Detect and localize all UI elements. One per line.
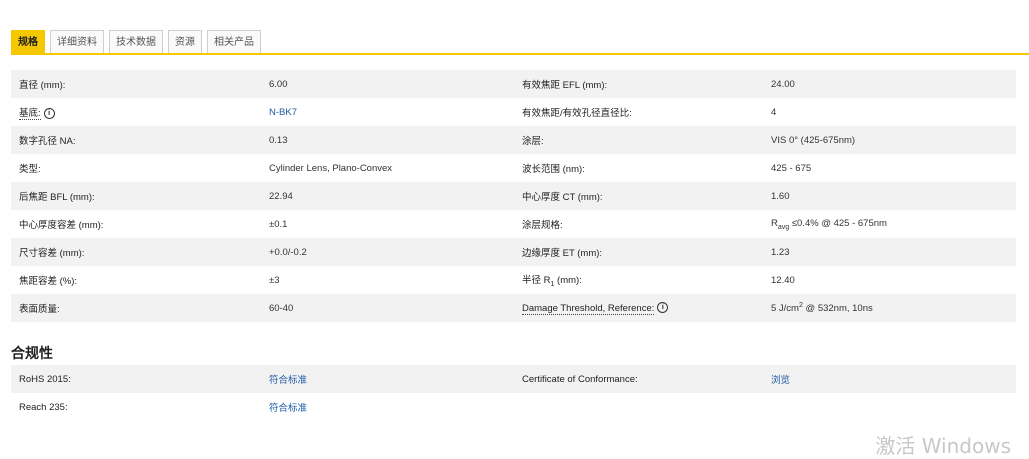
coating-spec-value: ≤0.4% @ 425 - 675nm [791,217,887,229]
certificate-view-link[interactable]: 浏览 [771,375,790,386]
compliance-label: Certificate of Conformance: [514,365,763,393]
spec-label: 波长范围 (nm): [522,164,585,175]
tab-specifications[interactable]: 规格 [11,30,45,53]
radius-label-prefix: 半径 R [522,275,551,287]
compliance-label: Reach 235: [19,401,68,413]
spec-value: Cylinder Lens, Plano-Convex [269,162,393,174]
spec-label: 有效焦距 EFL (mm): [514,70,763,98]
tab-bar: 规格 详细资料 技术数据 资源 相关产品 [11,30,261,53]
spec-value: +0.0/-0.2 [261,238,514,266]
spec-value: 6.00 [261,70,514,98]
table-row: 直径 (mm): 6.00 有效焦距 EFL (mm): 24.00 [11,70,1016,98]
compliance-value: 符合标准 [261,365,514,393]
compliance-value: 浏览 [763,365,1016,393]
damage-threshold-label: Damage Threshold, Reference: [522,302,655,315]
spec-value: 0.13 [261,126,514,154]
spec-value: 4 [771,106,777,118]
table-row: 表面质量: 60-40 Damage Threshold, Reference:… [11,294,1016,322]
spec-value: ±3 [269,274,280,286]
spec-label: 尺寸容差 (mm): [11,238,261,266]
table-row: 后焦距 BFL (mm): 22.94 中心厚度 CT (mm): 1.60 [11,182,1016,210]
tab-details[interactable]: 详细资料 [50,30,104,53]
spec-label: 中心厚度容差 (mm): [19,220,104,231]
tab-resources[interactable]: 资源 [168,30,202,53]
spec-label: 类型: [19,164,41,175]
spec-value: 24.00 [763,70,1016,98]
spec-value: 5 J/cm2 @ 532nm, 10ns [763,294,1016,322]
table-row: 基底: i N-BK7 有效焦距/有效孔径直径比: 4 [11,98,1016,126]
spec-label: 直径 (mm): [11,70,261,98]
windows-activation-watermark: 激活 Windows [875,434,1011,458]
radius-label-unit: (mm): [554,275,582,287]
damage-value-rest: @ 532nm, 10ns [802,303,873,315]
spec-value: N-BK7 [261,98,514,126]
spec-label-damage-threshold: Damage Threshold, Reference: i [514,294,763,322]
spec-value: 1.23 [763,238,1016,266]
substrate-label: 基底: [19,108,41,120]
table-row: 中心厚度容差 (mm): ±0.1 涂层规格: Ravg ≤0.4% @ 425… [11,210,1016,238]
damage-value-prefix: 5 J/cm [771,303,799,315]
compliance-heading: 合规性 [11,345,53,361]
tab-technical-data[interactable]: 技术数据 [109,30,163,53]
spec-label-substrate: 基底: i [11,98,261,126]
compliance-table: RoHS 2015: 符合标准 Certificate of Conforman… [11,365,1016,421]
spec-value: 60-40 [261,294,514,322]
compliance-label: RoHS 2015: [11,365,261,393]
spec-value: 425 - 675 [771,162,812,174]
compliance-value [763,393,1016,421]
spec-table: 直径 (mm): 6.00 有效焦距 EFL (mm): 24.00 基底: i … [11,70,1016,322]
spec-label: 边缘厚度 ET (mm): [514,238,763,266]
spec-value: 22.94 [261,182,514,210]
tab-underline [11,53,1029,55]
substrate-link[interactable]: N-BK7 [269,107,297,118]
spec-label: 有效焦距/有效孔径直径比: [522,108,632,119]
compliance-label [514,393,763,421]
table-row: 尺寸容差 (mm): +0.0/-0.2 边缘厚度 ET (mm): 1.23 [11,238,1016,266]
table-row: Reach 235: 符合标准 [11,393,1016,421]
spec-label: 后焦距 BFL (mm): [11,182,261,210]
coating-spec-sub: avg [777,223,790,231]
reach-compliant-link[interactable]: 符合标准 [269,403,307,414]
spec-label: 中心厚度 CT (mm): [514,182,763,210]
info-icon[interactable]: i [657,302,669,314]
table-row: 焦距容差 (%): ±3 半径 R1 (mm): 12.40 [11,266,1016,294]
table-row: 类型: Cylinder Lens, Plano-Convex 波长范围 (nm… [11,154,1016,182]
spec-value: 12.40 [771,274,795,286]
info-icon[interactable]: i [43,107,55,119]
spec-label-radius: 半径 R1 (mm): [514,266,763,294]
table-row: 数字孔径 NA: 0.13 涂层: VIS 0° (425-675nm) [11,126,1016,154]
table-row: RoHS 2015: 符合标准 Certificate of Conforman… [11,365,1016,393]
spec-value: 1.60 [763,182,1016,210]
rohs-compliant-link[interactable]: 符合标准 [269,375,307,386]
spec-label: 表面质量: [11,294,261,322]
spec-label: 数字孔径 NA: [11,126,261,154]
spec-label: 涂层: [514,126,763,154]
tab-related-products[interactable]: 相关产品 [207,30,261,53]
spec-value: Ravg ≤0.4% @ 425 - 675nm [763,210,1016,238]
compliance-value: 符合标准 [261,393,514,421]
spec-label: 涂层规格: [522,220,563,231]
spec-label: 焦距容差 (%): [19,276,78,287]
spec-value: VIS 0° (425-675nm) [763,126,1016,154]
coating-spec-prefix: R [771,217,778,229]
spec-value: ±0.1 [269,218,288,230]
